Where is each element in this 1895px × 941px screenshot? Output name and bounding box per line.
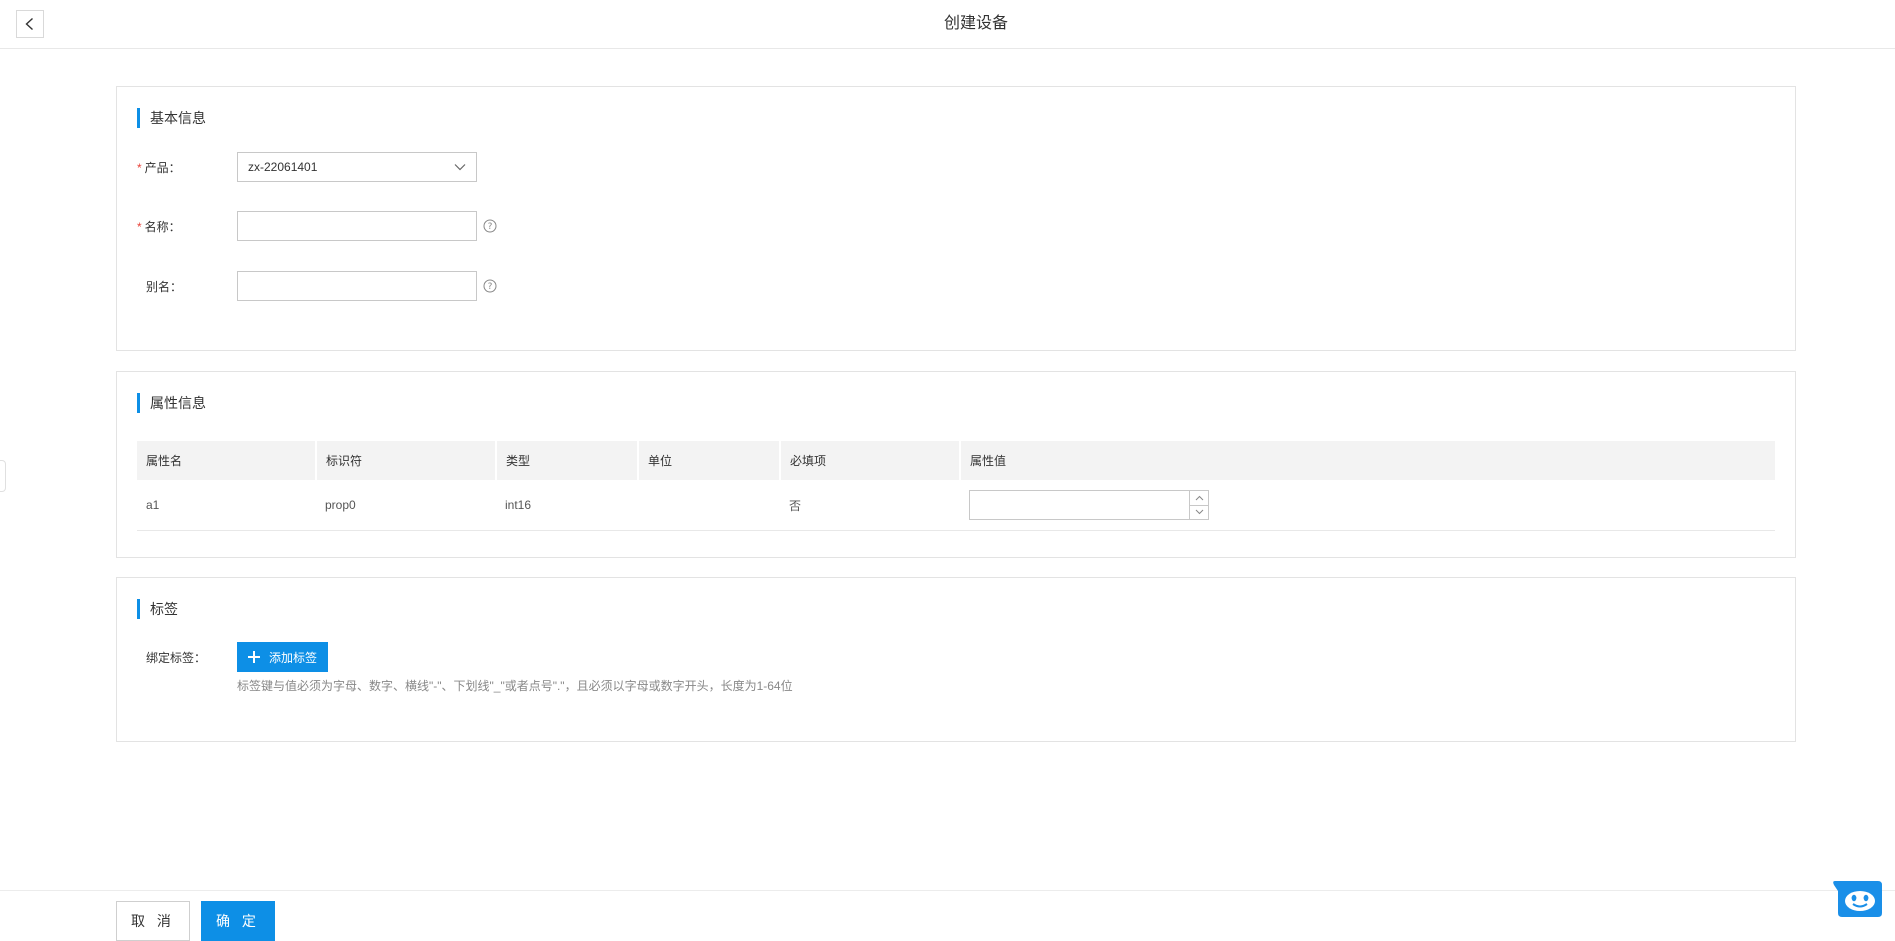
attributes-card: 属性信息 属性名 标识符 类型 单位 必填项 属性值 a1 prop0 int1… <box>116 371 1796 558</box>
table-row: a1 prop0 int16 否 <box>137 480 1775 531</box>
column-header: 属性名 <box>137 441 317 480</box>
chat-bot-icon[interactable] <box>1832 879 1884 919</box>
increment-button[interactable] <box>1190 491 1208 506</box>
footer-bar: 取 消 确 定 <box>0 890 1895 941</box>
section-title-attributes: 属性信息 <box>137 393 206 413</box>
name-input[interactable] <box>237 211 477 241</box>
product-select-value: zx-22061401 <box>248 160 318 174</box>
cancel-button[interactable]: 取 消 <box>116 901 190 941</box>
section-title-basic: 基本信息 <box>137 108 206 128</box>
table-header-row: 属性名 标识符 类型 单位 必填项 属性值 <box>137 441 1775 480</box>
column-header: 标识符 <box>316 441 497 480</box>
number-stepper <box>1189 490 1209 520</box>
name-label: * 名称： <box>137 219 181 234</box>
add-tag-button-label: 添加标签 <box>269 650 318 665</box>
attribute-value-number-input <box>969 490 1209 520</box>
bind-tags-label: 绑定标签： <box>146 650 207 665</box>
svg-text:?: ? <box>488 222 493 232</box>
svg-text:?: ? <box>488 282 493 292</box>
alias-input[interactable] <box>237 271 477 301</box>
cell-type: int16 <box>496 480 638 531</box>
column-header: 属性值 <box>960 441 1775 480</box>
column-header: 单位 <box>638 441 781 480</box>
column-header: 类型 <box>496 441 639 480</box>
alias-row: 别名： ? <box>137 271 497 301</box>
tag-hint-text: 标签键与值必须为字母、数字、横线"-"、下划线"_"或者点号"."，且必须以字母… <box>237 679 793 693</box>
decrement-button[interactable] <box>1190 506 1208 520</box>
alias-label: 别名： <box>146 279 183 294</box>
help-icon[interactable]: ? <box>483 279 497 293</box>
attribute-value-input[interactable] <box>969 490 1189 520</box>
product-label: * 产品： <box>137 160 181 175</box>
side-panel-handle[interactable] <box>0 460 6 492</box>
product-row: * 产品： zx-22061401 <box>137 152 477 182</box>
chevron-up-icon <box>1195 495 1203 501</box>
chevron-down-icon <box>454 164 466 171</box>
page-header: 创建设备 <box>0 0 1895 49</box>
required-marker: * <box>137 160 142 175</box>
bind-tags-row: 绑定标签： 添加标签 <box>137 642 329 672</box>
page-title: 创建设备 <box>943 15 1008 32</box>
product-select[interactable]: zx-22061401 <box>237 152 477 182</box>
chevron-down-icon <box>1195 509 1203 515</box>
add-tag-button[interactable]: 添加标签 <box>237 642 329 672</box>
column-header: 必填项 <box>780 441 961 480</box>
section-title-tags: 标签 <box>137 599 178 619</box>
cell-identifier: prop0 <box>316 480 496 531</box>
basic-info-card: 基本信息 * 产品： zx-22061401 * 名称： ? 别名： ? <box>116 86 1796 351</box>
name-row: * 名称： ? <box>137 211 497 241</box>
confirm-button[interactable]: 确 定 <box>201 901 275 941</box>
help-icon[interactable]: ? <box>483 219 497 233</box>
attributes-table: 属性名 标识符 类型 单位 必填项 属性值 a1 prop0 int16 否 <box>137 441 1775 531</box>
cell-attribute-name: a1 <box>137 480 316 531</box>
cell-value <box>960 480 1775 531</box>
cell-required: 否 <box>780 480 960 531</box>
plus-icon <box>247 650 261 664</box>
cell-unit <box>638 480 780 531</box>
tags-card: 标签 绑定标签： 添加标签 标签键与值必须为字母、数字、横线"-"、下划线"_"… <box>116 577 1796 742</box>
required-marker: * <box>137 219 142 234</box>
